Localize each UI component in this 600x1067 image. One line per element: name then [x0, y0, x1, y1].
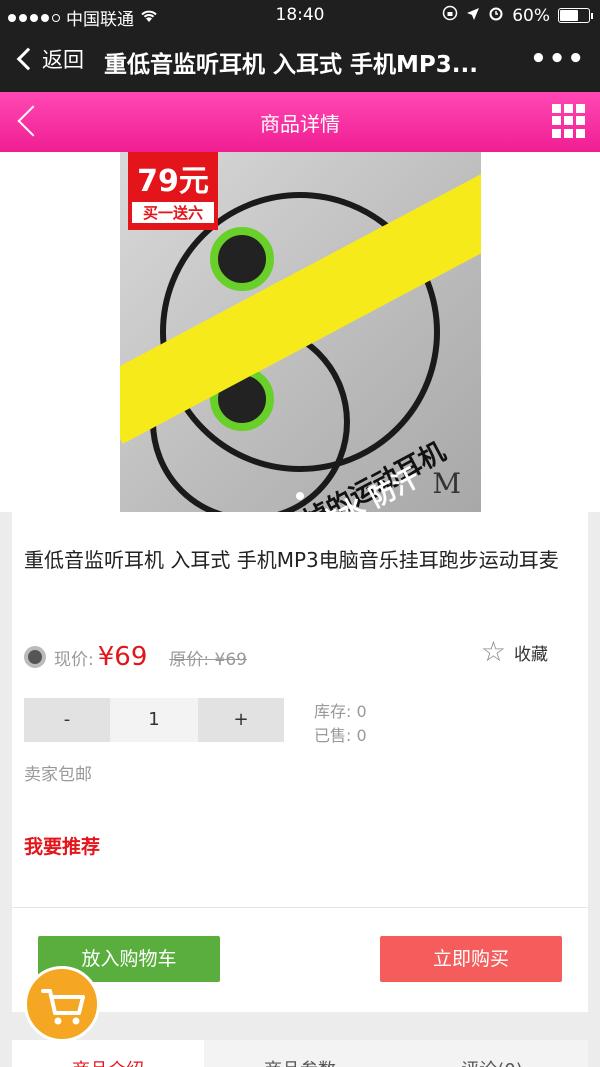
product-image[interactable]: 不会掉的运动耳机 防水 防汗 79元 买一送六 M [120, 152, 481, 512]
stock-count: 库存: 0 [314, 702, 367, 721]
grid-menu-icon[interactable] [552, 104, 586, 138]
now-price-label: 现价: [54, 649, 94, 670]
recommend-link[interactable]: 我要推荐 [24, 832, 100, 859]
more-button[interactable]: ••• [530, 44, 586, 74]
battery-label: 60% [512, 5, 550, 26]
stock-info: 库存: 0 已售: 0 [314, 700, 367, 748]
chevron-left-icon [16, 47, 40, 71]
wechat-nav-bar: 返回 重低音监听耳机 入耳式 手机MP3... ••• [0, 30, 600, 92]
earbud-graphic [210, 227, 274, 291]
carousel-dot[interactable] [296, 492, 304, 500]
location-icon [466, 6, 480, 26]
product-name: 重低音监听耳机 入耳式 手机MP3电脑音乐挂耳跑步运动耳麦 [24, 548, 559, 572]
shipping-info: 卖家包邮 [24, 765, 92, 785]
status-right: 60% [442, 5, 593, 26]
tab-intro[interactable]: 商品介绍 [12, 1040, 204, 1067]
battery-icon [558, 8, 593, 23]
favorite-button[interactable]: ☆ 收藏 [481, 638, 548, 666]
brand-logo: M [432, 467, 461, 500]
product-image-area: 不会掉的运动耳机 防水 防汗 79元 买一送六 M [0, 152, 600, 512]
back-label: 返回 [42, 48, 84, 72]
buy-now-button[interactable]: 立即购买 [380, 936, 562, 982]
now-price: ¥69 [97, 642, 148, 672]
tab-comments[interactable]: 评论(0) [396, 1040, 588, 1067]
radio-icon [24, 646, 46, 668]
detail-tabs: 商品介绍 商品参数 评论(0) [12, 1040, 588, 1067]
quantity-minus-button[interactable]: - [24, 698, 110, 742]
favorite-label: 收藏 [514, 644, 548, 665]
alarm-icon [488, 5, 504, 26]
promo-price: 79元 [137, 164, 209, 199]
quantity-plus-button[interactable]: + [198, 698, 284, 742]
lock-rotation-icon [442, 5, 458, 26]
page-title: 重低音监听耳机 入耳式 手机MP3... [104, 52, 478, 78]
original-price: 原价: ¥69 [169, 649, 247, 670]
promo-text: 买一送六 [132, 202, 214, 223]
shop-header-title: 商品详情 [260, 112, 340, 136]
floating-cart-button[interactable] [24, 966, 100, 1042]
tab-params[interactable]: 商品参数 [204, 1040, 396, 1067]
status-bar: 中国联通 18:40 60% [0, 0, 600, 30]
quantity-input[interactable]: 1 [110, 698, 198, 742]
cart-icon [41, 989, 85, 1025]
promo-price-tag: 79元 买一送六 [128, 152, 218, 230]
product-detail-card: 重低音监听耳机 入耳式 手机MP3电脑音乐挂耳跑步运动耳麦 现价: ¥69 原价… [12, 512, 588, 1012]
shop-header: 商品详情 [0, 92, 600, 152]
quantity-stepper: - 1 + [24, 698, 284, 742]
star-icon: ☆ [480, 635, 506, 668]
divider [12, 907, 588, 908]
price-row: 现价: ¥69 原价: ¥69 [24, 642, 247, 672]
back-button[interactable]: 返回 [14, 44, 84, 74]
sold-count: 已售: 0 [314, 726, 367, 745]
